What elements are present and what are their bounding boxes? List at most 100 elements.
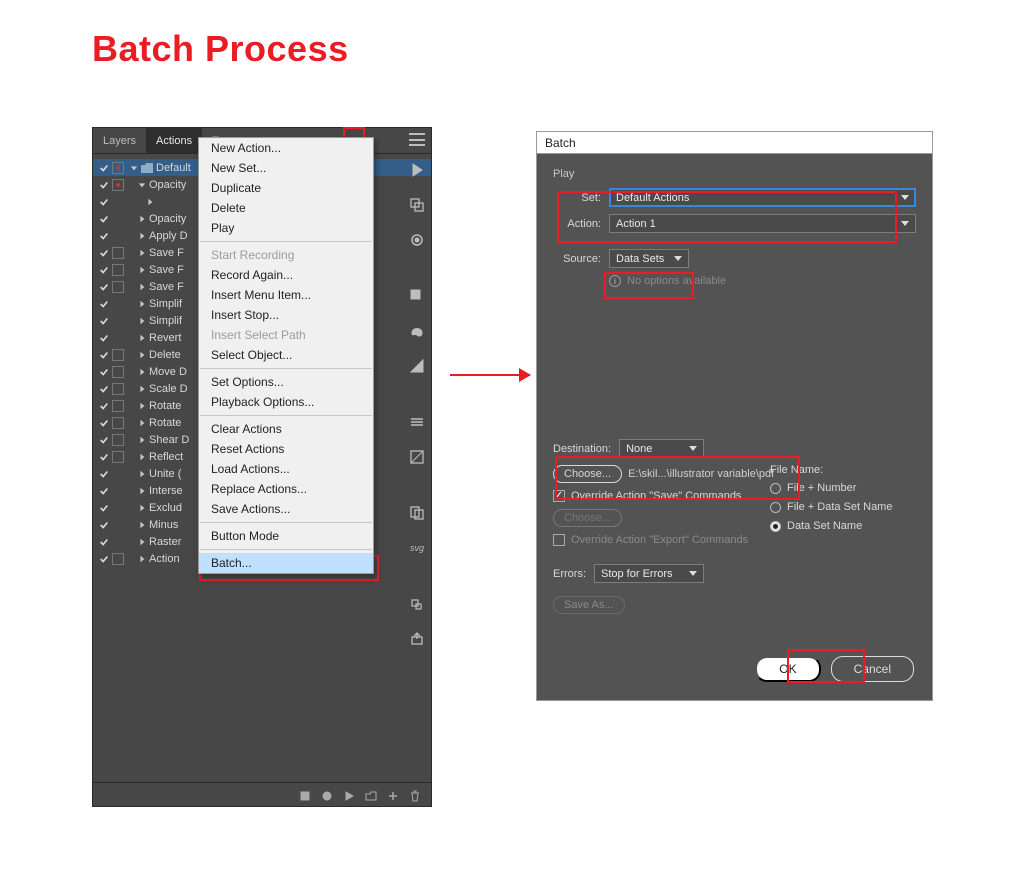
caret-icon[interactable] — [137, 300, 147, 308]
row-checkmark-icon[interactable] — [97, 416, 110, 429]
row-checkmark-icon[interactable] — [97, 501, 110, 514]
menu-item[interactable]: Reset Actions — [199, 439, 373, 459]
menu-item[interactable]: Insert Menu Item... — [199, 285, 373, 305]
caret-icon[interactable] — [137, 266, 147, 274]
transparency-icon[interactable] — [407, 447, 427, 467]
menu-item[interactable]: Playback Options... — [199, 392, 373, 412]
menu-item[interactable]: Batch... — [199, 553, 373, 573]
row-checkmark-icon[interactable] — [97, 518, 110, 531]
row-checkmark-icon[interactable] — [97, 467, 110, 480]
toggle-dialog-icon[interactable] — [112, 434, 124, 446]
fn-radio-2[interactable] — [770, 502, 781, 513]
menu-item[interactable]: New Action... — [199, 138, 373, 158]
toggle-dialog-icon[interactable] — [112, 383, 124, 395]
trash-icon[interactable] — [409, 789, 421, 801]
row-checkmark-icon[interactable] — [97, 484, 110, 497]
caret-icon[interactable] — [137, 317, 147, 325]
toggle-dialog-icon[interactable] — [112, 417, 124, 429]
play-icon[interactable] — [343, 789, 355, 801]
new-action-icon[interactable] — [387, 789, 399, 801]
row-checkmark-icon[interactable] — [97, 195, 110, 208]
caret-down-icon[interactable] — [129, 164, 139, 172]
caret-icon[interactable] — [137, 470, 147, 478]
play-small-icon[interactable] — [407, 160, 427, 180]
caret-icon[interactable] — [137, 504, 147, 512]
caret-icon[interactable] — [137, 419, 147, 427]
set-select[interactable]: Default Actions — [609, 188, 916, 207]
menu-item[interactable]: Record Again... — [199, 265, 373, 285]
toggle-dialog-icon[interactable] — [112, 281, 124, 293]
row-checkmark-icon[interactable] — [97, 229, 110, 242]
svg-icon[interactable]: svg — [407, 538, 427, 558]
row-checkmark-icon[interactable] — [97, 382, 110, 395]
errors-select[interactable]: Stop for Errors — [594, 564, 704, 583]
menu-item[interactable]: Set Options... — [199, 372, 373, 392]
caret-icon[interactable] — [137, 402, 147, 410]
caret-icon[interactable] — [137, 334, 147, 342]
caret-icon[interactable] — [137, 283, 147, 291]
action-select[interactable]: Action 1 — [609, 214, 916, 233]
gradient-icon[interactable] — [407, 356, 427, 376]
caret-icon[interactable] — [137, 368, 147, 376]
toggle-dialog-icon[interactable] — [112, 162, 124, 174]
menu-item[interactable]: Load Actions... — [199, 459, 373, 479]
menu-item[interactable]: Delete — [199, 198, 373, 218]
stop-icon[interactable] — [299, 789, 311, 801]
caret-icon[interactable] — [137, 385, 147, 393]
row-checkmark-icon[interactable] — [97, 348, 110, 361]
row-checkmark-icon[interactable] — [97, 212, 110, 225]
fn-radio-1[interactable] — [770, 483, 781, 494]
caret-icon[interactable] — [137, 181, 147, 189]
row-checkmark-icon[interactable] — [97, 246, 110, 259]
row-checkmark-icon[interactable] — [97, 399, 110, 412]
caret-icon[interactable] — [137, 232, 147, 240]
fn-radio-3[interactable] — [770, 521, 781, 532]
menu-item[interactable]: Save Actions... — [199, 499, 373, 519]
caret-icon[interactable] — [137, 487, 147, 495]
row-checkmark-icon[interactable] — [97, 263, 110, 276]
row-checkmark-icon[interactable] — [97, 178, 110, 191]
record-icon[interactable] — [321, 789, 333, 801]
caret-icon[interactable] — [137, 555, 147, 563]
caret-icon[interactable] — [137, 538, 147, 546]
ok-button[interactable]: OK — [755, 656, 820, 682]
toggle-dialog-icon[interactable] — [112, 400, 124, 412]
tab-layers[interactable]: Layers — [93, 128, 146, 153]
row-checkmark-icon[interactable] — [97, 552, 110, 565]
menu-item[interactable]: Insert Stop... — [199, 305, 373, 325]
menu-item[interactable]: Button Mode — [199, 526, 373, 546]
toggle-dialog-icon[interactable] — [112, 553, 124, 565]
caret-icon[interactable] — [137, 453, 147, 461]
cancel-button[interactable]: Cancel — [831, 656, 914, 682]
menu-item[interactable]: New Set... — [199, 158, 373, 178]
source-select[interactable]: Data Sets — [609, 249, 689, 268]
pathfinder-icon[interactable] — [407, 195, 427, 215]
caret-icon[interactable] — [137, 215, 147, 223]
menu-item[interactable]: Clear Actions — [199, 419, 373, 439]
row-checkmark-icon[interactable] — [97, 314, 110, 327]
choose-button[interactable]: Choose... — [553, 465, 622, 483]
toggle-dialog-icon[interactable] — [112, 349, 124, 361]
row-checkmark-icon[interactable] — [97, 433, 110, 446]
caret-icon[interactable] — [137, 521, 147, 529]
toggle-dialog-icon[interactable] — [112, 247, 124, 259]
export-icon[interactable] — [407, 629, 427, 649]
tab-actions[interactable]: Actions — [146, 128, 202, 153]
caret-icon[interactable] — [145, 198, 155, 206]
appearance-icon[interactable] — [407, 230, 427, 250]
stroke-icon[interactable] — [407, 412, 427, 432]
toggle-dialog-icon[interactable] — [112, 366, 124, 378]
row-checkmark-icon[interactable] — [97, 365, 110, 378]
toggle-dialog-icon[interactable] — [112, 179, 124, 191]
align-icon[interactable] — [407, 594, 427, 614]
override-save-checkbox[interactable] — [553, 490, 565, 502]
artboards-icon[interactable] — [407, 503, 427, 523]
panel-menu-icon[interactable] — [409, 133, 425, 146]
row-checkmark-icon[interactable] — [97, 297, 110, 310]
new-set-icon[interactable] — [365, 789, 377, 801]
color-icon[interactable] — [407, 321, 427, 341]
menu-item[interactable]: Play — [199, 218, 373, 238]
row-checkmark-icon[interactable] — [97, 450, 110, 463]
menu-item[interactable]: Select Object... — [199, 345, 373, 365]
menu-item[interactable]: Replace Actions... — [199, 479, 373, 499]
